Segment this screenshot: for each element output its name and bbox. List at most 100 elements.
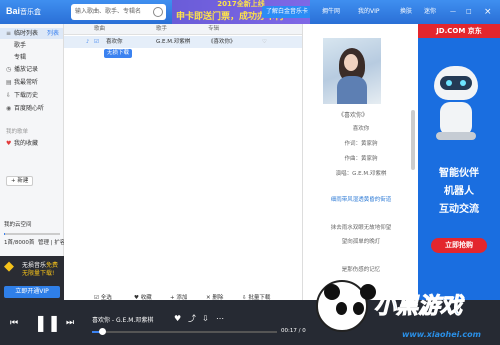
song-list: 歌曲 歌手 专辑 ♪ ☑ 喜欢你 G.E.M.邓紫棋 《喜欢你》 ♡ 无损下载 … [64, 24, 302, 301]
progress-bar[interactable] [92, 328, 277, 335]
radio-icon: ◉ [6, 105, 12, 112]
playlist-section-label: 我的歌单 [6, 129, 29, 135]
watermark-title: 小黑游戏 [373, 294, 463, 320]
lyric-line: 作词：黄家驹 [344, 141, 378, 147]
clock-icon: ◷ [6, 66, 12, 73]
app-window: Bai音乐盒 输入歌曲、歌手、专辑名 2017全新上线 申卡即送门票，成功办卡再… [0, 0, 500, 345]
heart-icon[interactable]: ♡ [262, 36, 267, 48]
previous-icon[interactable]: ⏮ [10, 316, 18, 330]
panda-eye [336, 302, 347, 315]
row-artist[interactable]: G.E.M.邓紫棋 [156, 36, 190, 48]
lyric-line: 是那伤感的记忆 [341, 267, 381, 273]
download-icon: ⇩ [6, 92, 12, 99]
vip-line2: 无限量下载! [22, 270, 55, 277]
chart-icon: ▤ [6, 79, 12, 86]
robot-visor [440, 76, 472, 90]
sidebar-item-singer[interactable]: 歌手 [0, 40, 63, 51]
download-icon[interactable]: ⇩ [202, 314, 209, 323]
next-icon[interactable]: ⏭ [66, 316, 74, 330]
share-icon[interactable]: ⤴ [188, 314, 196, 323]
lyric-line: 望向孤单的晚灯 [341, 239, 381, 245]
mini-mode-button[interactable]: 迷你 [424, 0, 436, 24]
cover-face [344, 54, 358, 71]
list-icon: ≡ [6, 30, 12, 37]
sidebar-item-album[interactable]: 专辑 [0, 52, 63, 63]
sidebar-item-favorites[interactable]: ♥ 我的收藏 [0, 138, 63, 149]
watermark-url: www.xiaohei.com [402, 330, 481, 339]
robot-eye [460, 80, 466, 86]
time-display: 00:17 / 0 [281, 328, 306, 334]
promo-button[interactable]: 了解白金音乐卡 [262, 6, 310, 18]
album-title: 《喜欢你》 [337, 112, 368, 119]
progress-knob[interactable] [99, 328, 106, 335]
cloud-label[interactable]: 我的云空间 [4, 220, 32, 230]
col-artist[interactable]: 歌手 [156, 24, 167, 35]
ad-line2: 机器人 [444, 186, 474, 197]
user-name[interactable]: 拥牛网 [322, 0, 340, 24]
sidebar: ≡ 临时列表 列表 歌手 专辑 ◷ 播放记录 ▤ 我最常听 ⇩ 下载历史 ◉ 百度随心听 … [0, 24, 65, 256]
ad-line1: 智能伙伴 [439, 168, 479, 179]
temp-list-badge: 列表 [46, 30, 59, 37]
diamond-icon: ◆ [4, 259, 14, 274]
row-album[interactable]: 《喜欢你》 [208, 36, 236, 48]
robot-eye [446, 80, 452, 86]
sidebar-item-history[interactable]: ◷ 播放记录 [0, 64, 63, 75]
robot-body [440, 102, 472, 136]
storage-bar [4, 233, 60, 235]
search-placeholder: 输入歌曲、歌手、专辑名 [75, 8, 142, 15]
panda-eye [353, 302, 364, 315]
minimize-button[interactable]: — [450, 0, 456, 24]
sidebar-item-radio[interactable]: ◉ 百度随心听 [0, 103, 63, 114]
heart-icon: ♥ [6, 140, 12, 147]
new-playlist-button[interactable]: + 新建 [6, 176, 34, 186]
lyric-line: 作曲：黄家驹 [344, 156, 378, 162]
lyric-line: 抹去雨水双眼无故地仰望 [330, 225, 392, 231]
table-row[interactable]: ♪ ☑ 喜欢你 G.E.M.邓紫棋 《喜欢你》 ♡ [64, 36, 302, 48]
ad-line3: 互动交流 [439, 204, 479, 215]
sidebar-item-temp-list[interactable]: ≡ 临时列表 列表 [0, 28, 63, 39]
list-header: 歌曲 歌手 专辑 [64, 24, 302, 35]
album-cover [323, 38, 381, 104]
buy-now-button[interactable]: 立即抢购 [431, 238, 487, 253]
top-bar: Bai音乐盒 输入歌曲、歌手、专辑名 2017全新上线 申卡即送门票，成功办卡再… [0, 0, 500, 24]
row-check[interactable]: ☑ [94, 36, 99, 48]
pause-icon[interactable]: ❚❚ [34, 314, 61, 332]
lyrics-panel: 《喜欢你》 喜欢你 作词：黄家驹 作曲：黄家驹 演唱：G.E.M.邓紫棋 细雨带… [302, 24, 418, 300]
jd-ad[interactable]: JD.COM 京东 智能伙伴 机器人 互动交流 立即抢购 [418, 24, 500, 300]
now-playing-title: 喜欢你 - G.E.M.邓紫棋 [92, 317, 154, 324]
storage-actions[interactable]: 管理 | 扩容 [38, 238, 65, 246]
maximize-button[interactable]: □ [466, 0, 472, 24]
watermark: 小黑游戏 www.xiaohei.com [310, 276, 500, 345]
logo: Bai音乐盒 [6, 6, 42, 16]
lyric-line: 演唱：G.E.M.邓紫棋 [335, 171, 387, 177]
open-vip-button[interactable]: 立即开通VIP [4, 286, 60, 298]
more-icon[interactable]: ⋯ [216, 314, 224, 323]
lossless-download-chip[interactable]: 无损下载 [104, 49, 133, 58]
close-button[interactable]: × [484, 0, 492, 24]
storage-fill [4, 233, 6, 235]
sidebar-item-most-played[interactable]: ▤ 我最常听 [0, 77, 63, 88]
panda-logo [316, 280, 376, 332]
vip-ad[interactable]: ◆ 无损音乐免费 无限量下载! 立即开通VIP [0, 256, 64, 300]
row-title[interactable]: 喜欢你 [106, 36, 123, 48]
cover-body [337, 76, 367, 104]
storage-row: 1首/8000首 管理 | 扩容 [4, 238, 65, 246]
search-input[interactable]: 输入歌曲、歌手、专辑名 [71, 4, 166, 20]
storage-text: 1首/8000首 [4, 240, 35, 246]
sidebar-item-downloads[interactable]: ⇩ 下载历史 [0, 90, 63, 101]
skin-button[interactable]: 换肤 [400, 0, 412, 24]
col-album[interactable]: 专辑 [208, 24, 219, 35]
robot-base [436, 132, 476, 140]
search-icon[interactable] [153, 7, 163, 17]
lyrics-scrollbar[interactable] [411, 110, 415, 170]
lyric-line: 喜欢你 [352, 126, 370, 132]
heart-icon[interactable]: ♥ [174, 314, 181, 323]
cloud-row: 我的云空间 [0, 220, 64, 230]
ad-brand: JD.COM 京东 [418, 24, 500, 38]
col-title[interactable]: 歌曲 [94, 24, 105, 35]
playing-icon: ♪ [86, 39, 90, 45]
promo-banner[interactable]: 2017全新上线 申卡即送门票，成功办卡再 了解白金音乐卡 [172, 0, 310, 24]
panda-ear [324, 284, 340, 300]
lyric-line-current: 细雨带风湿透黄昏的街道 [330, 197, 392, 203]
vip-link[interactable]: 我的VIP [358, 0, 380, 24]
